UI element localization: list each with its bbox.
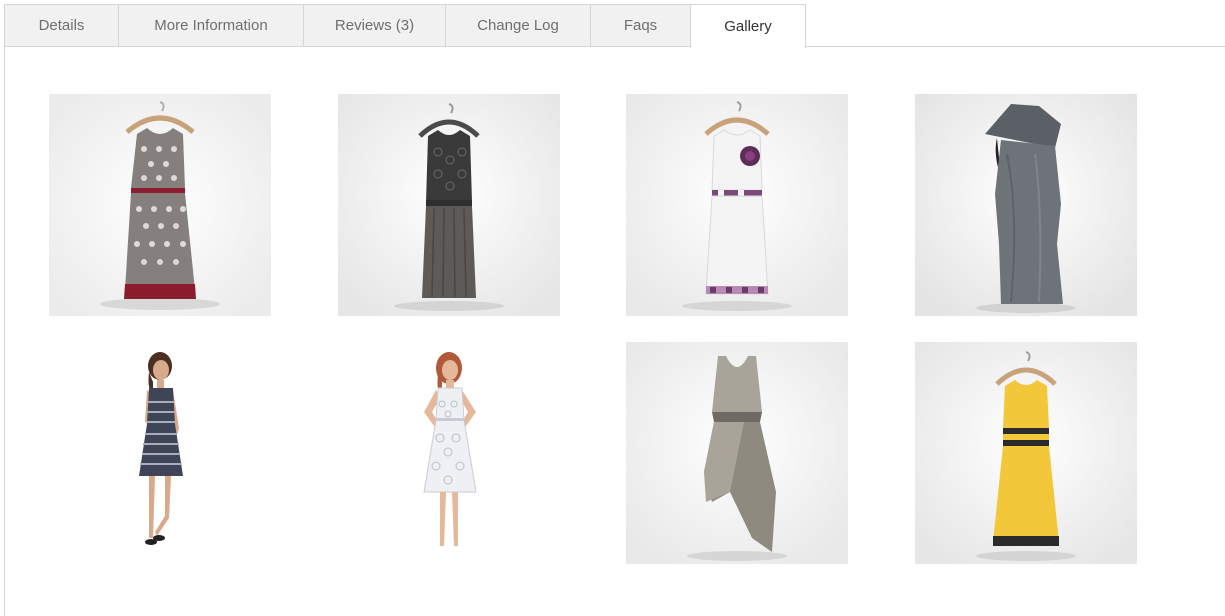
- tab-change-log[interactable]: Change Log: [445, 4, 590, 47]
- woman-in-striped-navy-dress-thumbnail[interactable]: [49, 342, 271, 564]
- tab-more-information[interactable]: More Information: [118, 4, 303, 47]
- taupe-high-low-dress-thumbnail[interactable]: [626, 342, 848, 564]
- yellow-dress-with-black-bands-on-hanger-thumbnail[interactable]: [915, 342, 1137, 564]
- woman-in-white-lace-cover-up-thumbnail[interactable]: [338, 342, 560, 564]
- tab-reviews[interactable]: Reviews (3): [303, 4, 445, 47]
- tab-faqs[interactable]: Faqs: [590, 4, 690, 47]
- gallery-panel: [4, 46, 1225, 616]
- tab-details[interactable]: Details: [4, 4, 118, 47]
- grey-cowl-neck-fitted-dress-thumbnail[interactable]: [915, 94, 1137, 316]
- white-dress-with-pink-trim-on-hanger-thumbnail[interactable]: [626, 94, 848, 316]
- tab-gallery[interactable]: Gallery: [690, 4, 806, 48]
- dark-lace-maxi-dress-on-hanger-thumbnail[interactable]: [338, 94, 560, 316]
- patterned-sleeveless-dress-on-hanger-thumbnail[interactable]: [49, 94, 271, 316]
- product-tabs: Details More Information Reviews (3) Cha…: [4, 4, 806, 48]
